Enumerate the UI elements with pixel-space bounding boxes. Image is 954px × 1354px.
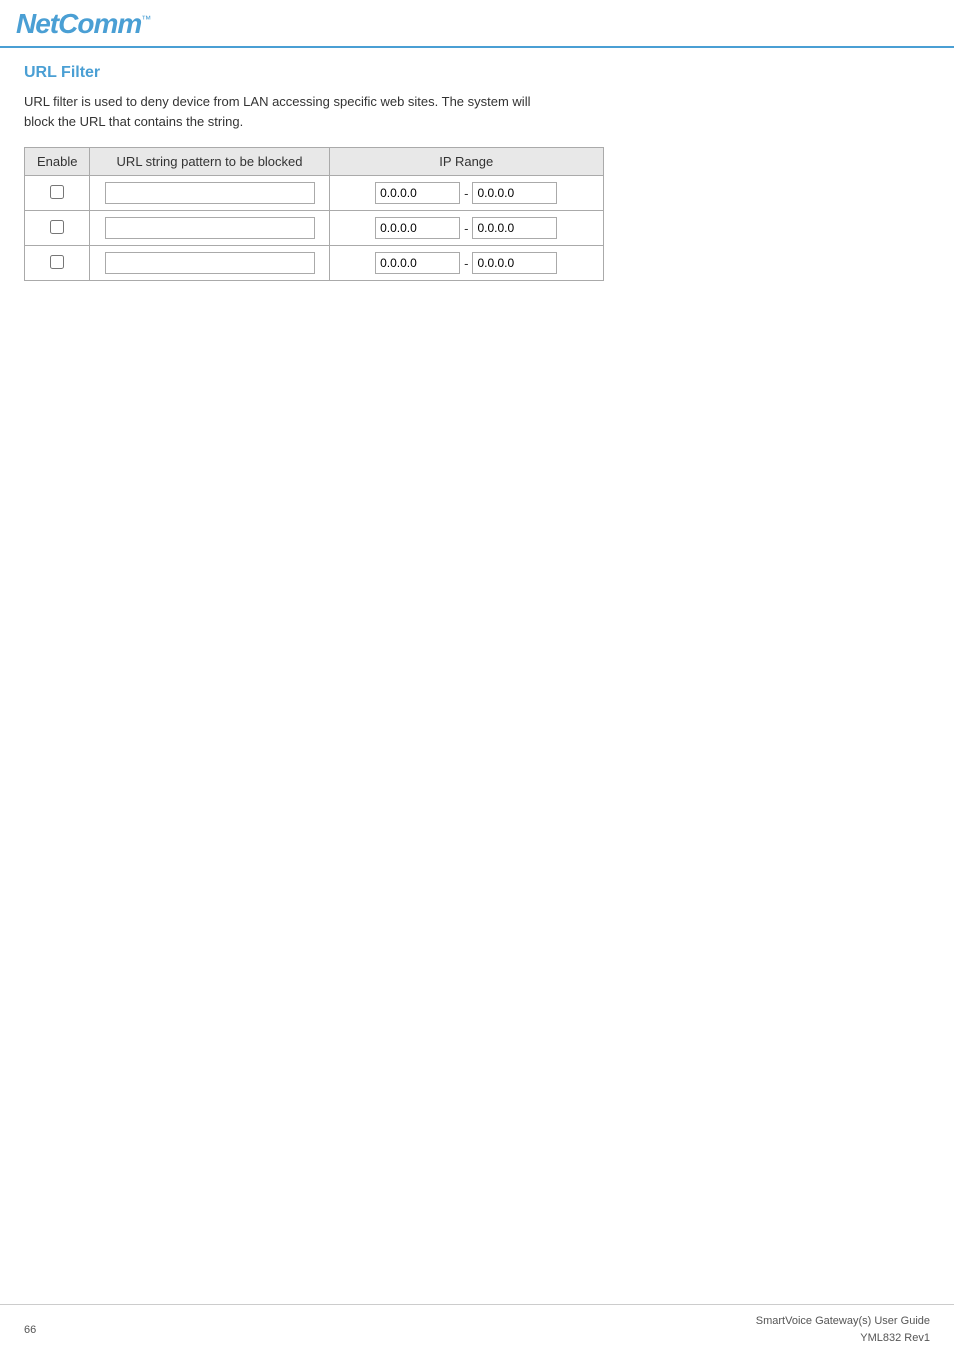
- main-content: URL Filter URL filter is used to deny de…: [0, 48, 954, 297]
- logo-tm: ™: [141, 15, 150, 26]
- enable-cell: [25, 176, 90, 211]
- enable-cell: [25, 246, 90, 281]
- ip-range-cell: -: [329, 246, 603, 281]
- col-header-url: URL string pattern to be blocked: [90, 148, 329, 176]
- description-line2: block the URL that contains the string.: [24, 114, 243, 129]
- logo-text: NetComm: [16, 8, 141, 39]
- url-cell: [90, 246, 329, 281]
- url-input-1[interactable]: [105, 217, 315, 239]
- enable-checkbox-1[interactable]: [50, 220, 64, 234]
- url-cell: [90, 211, 329, 246]
- ip-separator: -: [464, 256, 468, 271]
- table-header-row: Enable URL string pattern to be blocked …: [25, 148, 604, 176]
- footer-product-line2: YML832 Rev1: [756, 1330, 930, 1347]
- url-cell: [90, 176, 329, 211]
- ip-from-input-1[interactable]: [375, 217, 460, 239]
- table-row: -: [25, 211, 604, 246]
- col-header-ip-range: IP Range: [329, 148, 603, 176]
- url-input-0[interactable]: [105, 182, 315, 204]
- ip-range-cell: -: [329, 211, 603, 246]
- ip-from-input-0[interactable]: [375, 182, 460, 204]
- ip-to-input-2[interactable]: [472, 252, 557, 274]
- footer-product-line1: SmartVoice Gateway(s) User Guide: [756, 1313, 930, 1330]
- enable-checkbox-0[interactable]: [50, 185, 64, 199]
- page-title: URL Filter: [24, 64, 930, 82]
- ip-separator: -: [464, 186, 468, 201]
- ip-separator: -: [464, 221, 468, 236]
- page-number: 66: [24, 1324, 36, 1336]
- ip-range-cell: -: [329, 176, 603, 211]
- description-line1: URL filter is used to deny device from L…: [24, 94, 530, 109]
- col-header-enable: Enable: [25, 148, 90, 176]
- url-input-2[interactable]: [105, 252, 315, 274]
- ip-to-input-1[interactable]: [472, 217, 557, 239]
- enable-cell: [25, 211, 90, 246]
- table-row: -: [25, 246, 604, 281]
- url-filter-table: Enable URL string pattern to be blocked …: [24, 147, 604, 281]
- enable-checkbox-2[interactable]: [50, 255, 64, 269]
- page-description: URL filter is used to deny device from L…: [24, 92, 930, 131]
- ip-to-input-0[interactable]: [472, 182, 557, 204]
- footer-product-info: SmartVoice Gateway(s) User Guide YML832 …: [756, 1313, 930, 1346]
- ip-from-input-2[interactable]: [375, 252, 460, 274]
- table-row: -: [25, 176, 604, 211]
- page-footer: 66 SmartVoice Gateway(s) User Guide YML8…: [0, 1304, 954, 1354]
- page-header: NetComm™: [0, 0, 954, 48]
- logo: NetComm™: [16, 8, 150, 40]
